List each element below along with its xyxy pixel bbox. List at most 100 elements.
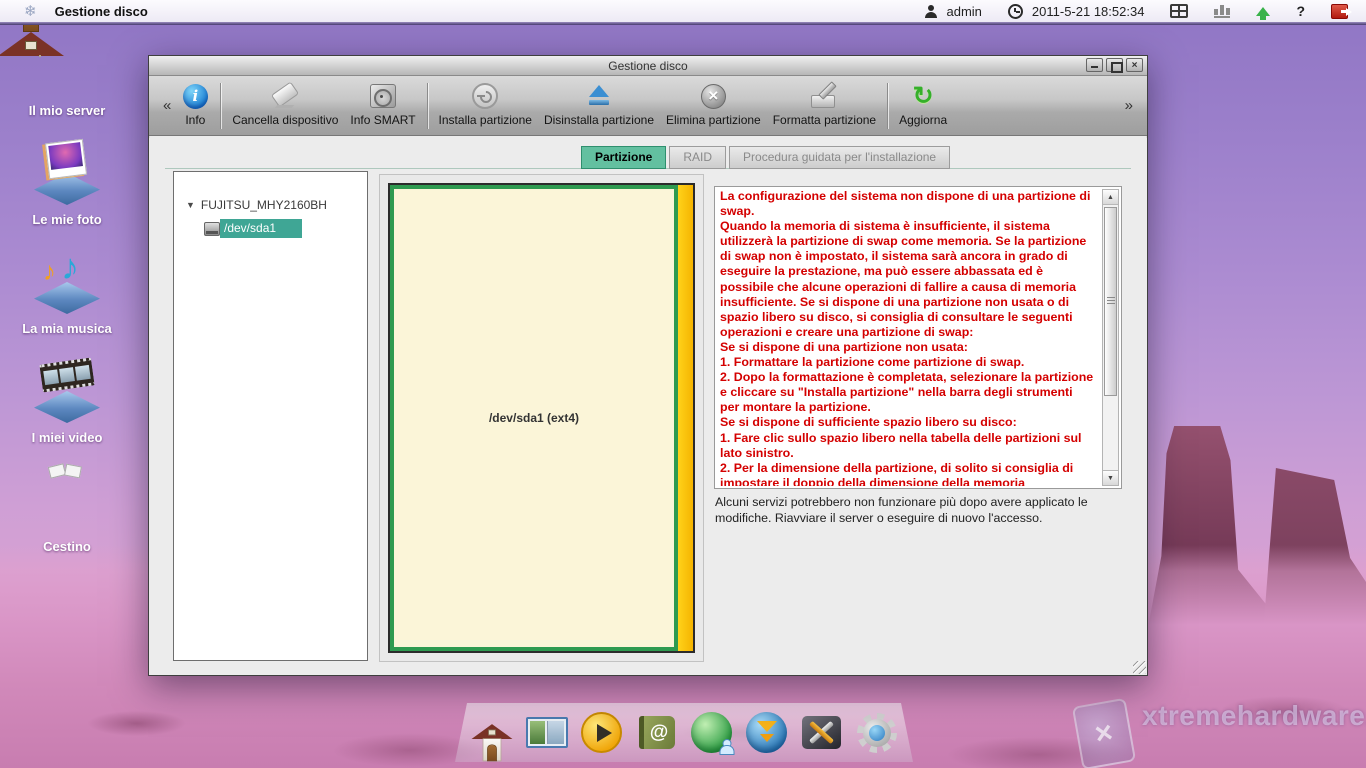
tab-bar: Partizione RAID Procedura guidata per l'… bbox=[581, 146, 953, 169]
unmount-partition-button[interactable]: Disinstalla partizione bbox=[538, 80, 660, 132]
logout-icon[interactable] bbox=[1331, 4, 1348, 19]
desktop-shortcuts: Il mio server Le mie foto ♪ ♪ La mia mus… bbox=[14, 32, 120, 554]
window-controls: × bbox=[1086, 58, 1143, 72]
shortcut-my-videos[interactable]: I miei video bbox=[14, 359, 120, 445]
shortcut-label: La mia musica bbox=[22, 321, 112, 336]
toolbar-separator bbox=[427, 83, 428, 129]
tab-partizione[interactable]: Partizione bbox=[581, 146, 666, 169]
maximize-button[interactable] bbox=[1106, 58, 1123, 72]
dock-system-tools[interactable] bbox=[799, 710, 845, 756]
settings-gear-icon bbox=[856, 712, 898, 754]
dock-network[interactable] bbox=[689, 710, 735, 756]
taskbar-divider bbox=[0, 22, 1366, 25]
shortcut-trash[interactable]: Cestino bbox=[14, 468, 120, 554]
network-places-icon bbox=[691, 712, 732, 753]
taskbar-status-area: admin 2011-5-21 18:52:34 ? bbox=[924, 3, 1352, 19]
tree-device-row[interactable]: ▼ FUJITSU_MHY2160BH bbox=[186, 198, 367, 212]
tab-raid[interactable]: RAID bbox=[669, 146, 726, 169]
contacts-icon: @ bbox=[639, 716, 675, 749]
device-name: FUJITSU_MHY2160BH bbox=[201, 198, 327, 212]
clock-icon bbox=[1008, 4, 1023, 19]
minimize-button[interactable] bbox=[1086, 58, 1103, 72]
swap-info-panel: La configurazione del sistema non dispon… bbox=[714, 186, 1122, 489]
disk-management-window: Gestione disco × « i Info Cancella dispo… bbox=[148, 55, 1148, 676]
shortcut-label: I miei video bbox=[32, 430, 103, 445]
system-logo-icon[interactable]: ❄ bbox=[24, 4, 37, 19]
shortcut-label: Cestino bbox=[43, 539, 91, 554]
tree-partition-row[interactable]: /dev/sda1 bbox=[204, 219, 367, 238]
workgroup-icon[interactable] bbox=[1214, 5, 1230, 18]
downloads-icon bbox=[746, 712, 787, 753]
window-titlebar[interactable]: Gestione disco × bbox=[149, 56, 1147, 76]
toolbar-separator bbox=[887, 83, 888, 129]
shortcut-my-server[interactable]: Il mio server bbox=[14, 32, 120, 118]
tab-install-wizard[interactable]: Procedura guidata per l'installazione bbox=[729, 146, 950, 169]
logged-in-user[interactable]: admin bbox=[946, 4, 981, 19]
free-space-strip[interactable] bbox=[678, 185, 693, 651]
toolbar-scroll-left-icon[interactable]: « bbox=[159, 97, 175, 114]
mount-plug-icon bbox=[472, 83, 498, 109]
media-player-icon bbox=[581, 712, 622, 753]
refresh-icon: ↻ bbox=[913, 84, 934, 109]
window-toolbar: « i Info Cancella dispositivo Info SMART… bbox=[149, 76, 1147, 136]
partition-label: /dev/sda1 (ext4) bbox=[489, 411, 579, 425]
upload-arrow-icon[interactable] bbox=[1256, 7, 1270, 16]
info-scrollbar[interactable]: ▲ ▼ bbox=[1102, 189, 1119, 486]
disk-icon bbox=[204, 222, 220, 236]
mount-partition-button[interactable]: Installa partizione bbox=[433, 80, 538, 132]
collapse-caret-icon[interactable]: ▼ bbox=[186, 200, 195, 210]
erase-device-icon bbox=[270, 83, 300, 109]
scroll-up-icon[interactable]: ▲ bbox=[1103, 190, 1118, 205]
partition-map-panel: /dev/sda1 (ext4) bbox=[379, 174, 704, 662]
trash-icon bbox=[31, 468, 103, 532]
info-icon: i bbox=[183, 84, 208, 109]
shortcut-label: Le mie foto bbox=[32, 212, 101, 227]
dock-photo-album[interactable] bbox=[524, 710, 570, 756]
dock-contacts[interactable]: @ bbox=[634, 710, 680, 756]
user-icon bbox=[924, 5, 937, 18]
top-taskbar: ❄ Gestione disco admin 2011-5-21 18:52:3… bbox=[0, 0, 1366, 22]
videos-icon bbox=[31, 359, 103, 423]
refresh-button[interactable]: ↻ Aggiorna bbox=[893, 80, 953, 132]
window-title: Gestione disco bbox=[608, 59, 687, 73]
scroll-thumb[interactable] bbox=[1104, 207, 1117, 396]
shortcut-label: Il mio server bbox=[29, 103, 106, 118]
format-partition-button[interactable]: Formatta partizione bbox=[767, 80, 882, 132]
help-icon[interactable]: ? bbox=[1296, 3, 1305, 19]
close-button[interactable]: × bbox=[1126, 58, 1143, 72]
server-home-icon bbox=[31, 32, 103, 96]
watermark-logo-badge: × bbox=[1072, 698, 1136, 768]
delete-x-icon: × bbox=[701, 84, 726, 109]
partition-bar: /dev/sda1 (ext4) bbox=[388, 183, 695, 653]
taskbar-app-title[interactable]: Gestione disco bbox=[55, 4, 148, 19]
home-icon bbox=[477, 724, 506, 761]
selected-partition: /dev/sda1 bbox=[220, 219, 302, 238]
shortcut-my-music[interactable]: ♪ ♪ La mia musica bbox=[14, 250, 120, 336]
watermark-text: xtremehardware.it bbox=[1142, 700, 1366, 732]
photo-album-icon bbox=[526, 717, 568, 748]
system-tools-icon bbox=[802, 716, 841, 749]
window-content: Partizione RAID Procedura guidata per l'… bbox=[149, 138, 1147, 675]
delete-partition-button[interactable]: × Elimina partizione bbox=[660, 80, 767, 132]
dock-media-player[interactable] bbox=[579, 710, 625, 756]
scroll-down-icon[interactable]: ▼ bbox=[1103, 470, 1118, 485]
partition-sda1-block[interactable]: /dev/sda1 (ext4) bbox=[390, 185, 678, 651]
dock-downloads[interactable] bbox=[744, 710, 790, 756]
erase-device-button[interactable]: Cancella dispositivo bbox=[226, 80, 344, 132]
dock-home[interactable] bbox=[469, 710, 515, 756]
service-restart-note: Alcuni servizi potrebbero non funzionare… bbox=[715, 494, 1129, 526]
dock-settings[interactable] bbox=[854, 710, 900, 756]
toolbar-scroll-right-icon[interactable]: » bbox=[1121, 97, 1137, 114]
eject-icon bbox=[586, 84, 612, 108]
datetime-text: 2011-5-21 18:52:34 bbox=[1032, 4, 1145, 19]
app-grid-icon[interactable] bbox=[1170, 4, 1188, 18]
device-tree-panel: ▼ FUJITSU_MHY2160BH /dev/sda1 bbox=[173, 171, 368, 661]
shortcut-my-photos[interactable]: Le mie foto bbox=[14, 141, 120, 227]
music-icon: ♪ ♪ bbox=[31, 250, 103, 314]
window-resize-grip[interactable] bbox=[1133, 661, 1146, 674]
photos-icon bbox=[31, 141, 103, 205]
info-button[interactable]: i Info bbox=[175, 80, 215, 132]
swap-info-text: La configurazione del sistema non dispon… bbox=[720, 189, 1095, 486]
format-pencil-icon bbox=[810, 84, 838, 109]
smart-info-button[interactable]: Info SMART bbox=[344, 80, 421, 132]
